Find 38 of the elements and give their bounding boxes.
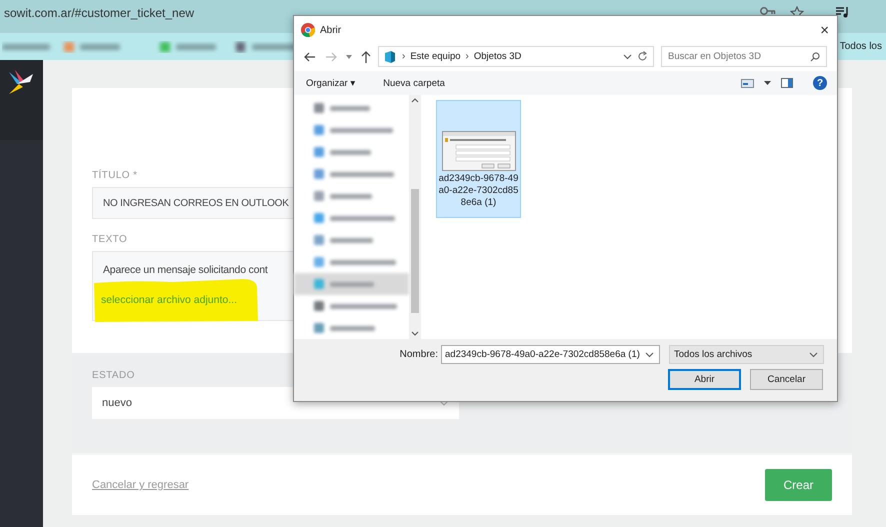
chevron-down-icon[interactable] (623, 54, 632, 60)
search-field[interactable]: Buscar en Objetos 3D (661, 46, 827, 68)
nav-item[interactable] (294, 273, 409, 296)
refresh-icon[interactable] (637, 51, 648, 62)
help-icon[interactable]: ? (813, 76, 827, 90)
up-arrow-icon[interactable] (361, 50, 371, 63)
scroll-up-icon[interactable] (411, 98, 419, 104)
playlist-icon[interactable] (836, 6, 850, 18)
field-label: ESTADO (92, 370, 135, 381)
caret-icon[interactable] (764, 81, 771, 86)
scroll-down-icon[interactable] (411, 331, 419, 336)
forward-arrow-icon[interactable] (325, 52, 337, 62)
close-button[interactable]: × (812, 22, 837, 39)
organize-menu-button[interactable]: Organizar ▾ (302, 78, 360, 89)
new-folder-button[interactable]: Nueva carpeta (379, 78, 449, 89)
preview-pane-icon[interactable] (781, 78, 793, 88)
url-text[interactable]: sowit.com.ar/#customer_ticket_new (4, 6, 194, 20)
file-type-select[interactable]: Todos los archivos (669, 345, 824, 364)
open-button[interactable]: Abrir (668, 369, 741, 390)
chevron-down-icon (809, 352, 818, 358)
cancel-button[interactable]: Cancelar (750, 369, 823, 390)
filename-label: Nombre: (400, 349, 438, 360)
chevron-down-icon (439, 400, 449, 406)
key-icon[interactable] (760, 6, 776, 16)
search-icon (810, 52, 820, 62)
bookmarks-folder-link[interactable]: Todos los (840, 41, 882, 52)
dialog-title: Abrir (320, 24, 342, 36)
cube-icon (383, 50, 397, 64)
view-options-icon[interactable] (741, 78, 754, 88)
chevron-down-icon (645, 352, 654, 358)
filename-field[interactable]: ad2349cb-9678-49a0-a22e-7302cd858e6a (1) (441, 345, 660, 364)
file-item[interactable]: ad2349cb-9678-49a0-a22e-7302cd858e6a (1) (436, 100, 521, 218)
field-label: TÍTULO * (92, 170, 138, 181)
back-arrow-icon[interactable] (304, 52, 316, 62)
scrollbar[interactable] (409, 95, 421, 340)
browser-logo-icon (301, 23, 315, 38)
address-bar[interactable]: › Este equipo › Objetos 3D (378, 46, 654, 68)
field-label: TEXTO (92, 234, 128, 245)
